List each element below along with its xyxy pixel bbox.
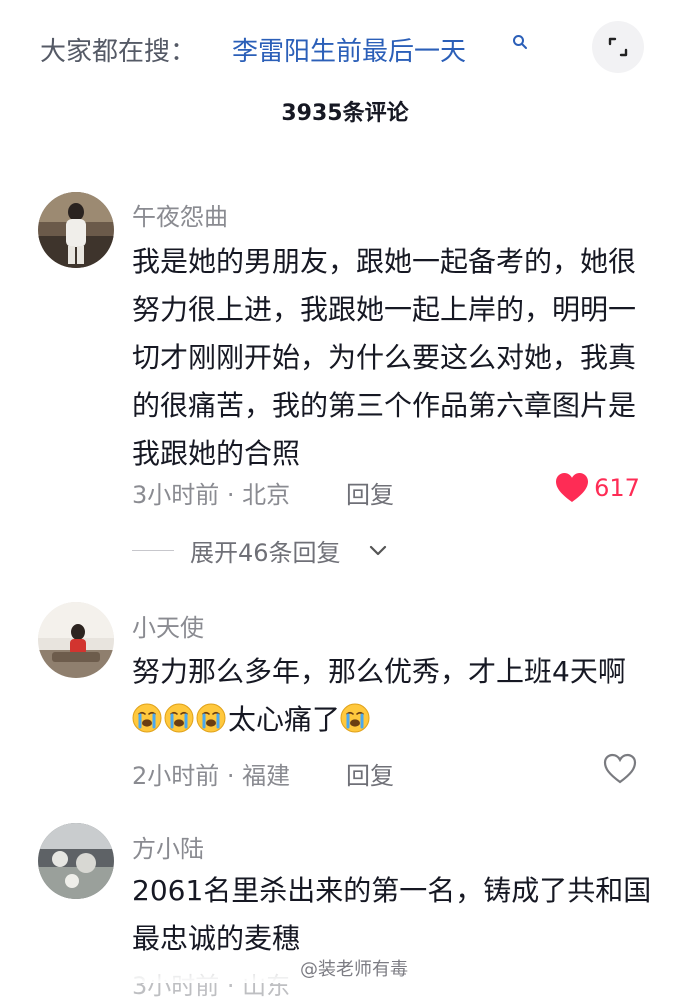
crying-face-icon: [132, 700, 162, 733]
search-suggestion-link[interactable]: 李雷阳生前最后一天: [232, 31, 466, 68]
top-bar: 大家都在搜： 李雷阳生前最后一天: [0, 0, 690, 100]
crying-face-icon: [196, 700, 226, 733]
comment-text: 2061名里杀出来的第一名，铸成了共和国 最忠诚的麦穗: [132, 867, 690, 963]
reply-button[interactable]: 回复: [346, 756, 394, 791]
heart-outline-icon: [603, 753, 637, 784]
watermark: @装老师有毒: [300, 959, 408, 980]
comment-text-line: 努力那么多年，那么优秀，才上班4天啊: [132, 655, 626, 688]
comment-username[interactable]: 小天使: [132, 608, 204, 643]
like-button[interactable]: [603, 753, 637, 785]
comment-text-line: 我是她的男朋友，跟她一起备考的，她很: [132, 245, 637, 278]
comment-count: 3935条评论: [281, 101, 409, 126]
search-icon[interactable]: [512, 34, 528, 54]
comment-text-line: 最忠诚的麦穗: [132, 922, 301, 955]
divider-line: [132, 550, 174, 551]
comment-text: 努力那么多年，那么优秀，才上班4天啊 太心痛了: [132, 648, 690, 744]
heart-filled-icon: [556, 473, 588, 502]
crying-face-icon: [340, 700, 370, 733]
like-count: 617: [594, 474, 640, 502]
like-button[interactable]: 617: [555, 472, 640, 504]
comment-text-line: 太心痛了: [132, 696, 690, 744]
expand-replies-label: 展开46条回复: [190, 539, 341, 567]
reply-button[interactable]: 回复: [346, 475, 394, 510]
comment-text: 我是她的男朋友，跟她一起备考的，她很 努力很上进，我跟她一起上岸的，明明一 切才…: [132, 238, 690, 478]
crying-face-icon: [164, 700, 194, 733]
comment-time-location: 2小时前 · 福建: [132, 762, 291, 790]
comment-text-line: 切才刚刚开始，为什么要这么对她，我真: [132, 341, 637, 374]
comment-text-segment: 太心痛了: [228, 703, 341, 736]
search-suggestion-prefix: 大家都在搜：: [40, 37, 197, 67]
comment-text-line: 2061名里杀出来的第一名，铸成了共和国: [132, 874, 652, 907]
comment-username[interactable]: 午夜怨曲: [132, 197, 228, 232]
comment-text-line: 我跟她的合照: [132, 437, 301, 470]
comment-text-line: 的很痛苦，我的第三个作品第六章图片是: [132, 389, 637, 422]
comment-time-location: 3小时前 · 北京: [132, 481, 291, 509]
collapse-button[interactable]: [592, 21, 644, 73]
comment-username[interactable]: 方小陆: [132, 829, 204, 864]
chevron-down-icon: [369, 545, 387, 556]
avatar[interactable]: [38, 192, 114, 268]
avatar[interactable]: [38, 823, 114, 899]
comment-text-line: 努力很上进，我跟她一起上岸的，明明一: [132, 293, 637, 326]
avatar[interactable]: [38, 602, 114, 678]
collapse-icon: [608, 37, 628, 57]
